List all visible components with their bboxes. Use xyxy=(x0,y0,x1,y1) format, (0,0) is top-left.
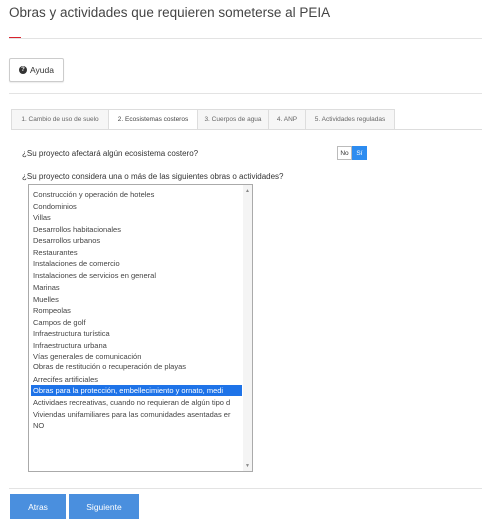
header-divider xyxy=(9,38,482,39)
toggle-no-button[interactable]: No xyxy=(337,146,352,160)
page-title: Obras y actividades que requieren somete… xyxy=(9,5,331,20)
toggle-si-button[interactable]: Sí xyxy=(352,146,367,160)
list-item[interactable]: Campos de golf xyxy=(31,317,242,328)
list-item[interactable]: Obras de restitución o recuperación de p… xyxy=(31,361,242,372)
tab-underline xyxy=(11,129,482,130)
tab-ecosistemas-costeros[interactable]: 2. Ecosistemas costeros xyxy=(108,109,197,130)
list-item[interactable]: Rompeolas xyxy=(31,305,242,316)
question-obras-actividades: ¿Su proyecto considera una o más de las … xyxy=(22,172,284,181)
yes-no-toggle: No Sí xyxy=(337,146,367,160)
list-item[interactable]: Infraestructura urbana xyxy=(31,340,242,351)
tab-actividades-reguladas[interactable]: 5. Actividades reguladas xyxy=(305,109,395,130)
tab-cuerpos-agua[interactable]: 3. Cuerpos de agua xyxy=(197,109,268,130)
listbox-scrollbar[interactable]: ▲ ▼ xyxy=(243,185,252,471)
list-item[interactable]: Instalaciones de comercio xyxy=(31,258,242,269)
list-item[interactable]: Restaurantes xyxy=(31,247,242,258)
help-button-label: Ayuda xyxy=(30,65,54,75)
question-circle-icon: ? xyxy=(19,66,28,74)
tab-anp[interactable]: 4. ANP xyxy=(268,109,305,130)
list-item[interactable]: Desarrollos habitacionales xyxy=(31,224,242,235)
activities-listbox[interactable]: ▲ ▼ Construcción y operación de hoteles C… xyxy=(28,184,253,472)
list-item[interactable]: Viviendas unifamiliares para las comunid… xyxy=(31,409,242,420)
next-button[interactable]: Siguiente xyxy=(69,494,139,519)
list-item[interactable]: Obras para la protección, embellecimient… xyxy=(31,385,242,396)
list-item[interactable]: Infraestructura turística xyxy=(31,328,242,339)
list-item[interactable]: Construcción y operación de hoteles xyxy=(31,189,242,200)
tab-bar: 1. Cambio de uso de suelo 2. Ecosistemas… xyxy=(11,109,395,130)
list-item[interactable]: Desarrollos urbanos xyxy=(31,235,242,246)
help-divider xyxy=(9,93,482,94)
list-item[interactable]: Arrecifes artificiales xyxy=(31,374,242,385)
list-item[interactable]: Marinas xyxy=(31,282,242,293)
scroll-down-icon[interactable]: ▼ xyxy=(243,461,252,470)
question-ecosistema-costero: ¿Su proyecto afectará algún ecosistema c… xyxy=(22,149,199,158)
list-item[interactable]: Villas xyxy=(31,212,242,223)
help-button[interactable]: ? Ayuda xyxy=(9,58,64,82)
list-item[interactable]: Instalaciones de servicios en general xyxy=(31,270,242,281)
list-item[interactable]: NO xyxy=(31,420,242,431)
scroll-up-icon[interactable]: ▲ xyxy=(243,186,252,195)
back-button[interactable]: Atras xyxy=(10,494,66,519)
tab-cambio-uso-suelo[interactable]: 1. Cambio de uso de suelo xyxy=(11,109,108,130)
list-item[interactable]: Condominios xyxy=(31,201,242,212)
list-item[interactable]: Muelles xyxy=(31,294,242,305)
footer-divider xyxy=(9,488,482,489)
list-item[interactable]: Actividaes recreativas, cuando no requie… xyxy=(31,397,242,408)
